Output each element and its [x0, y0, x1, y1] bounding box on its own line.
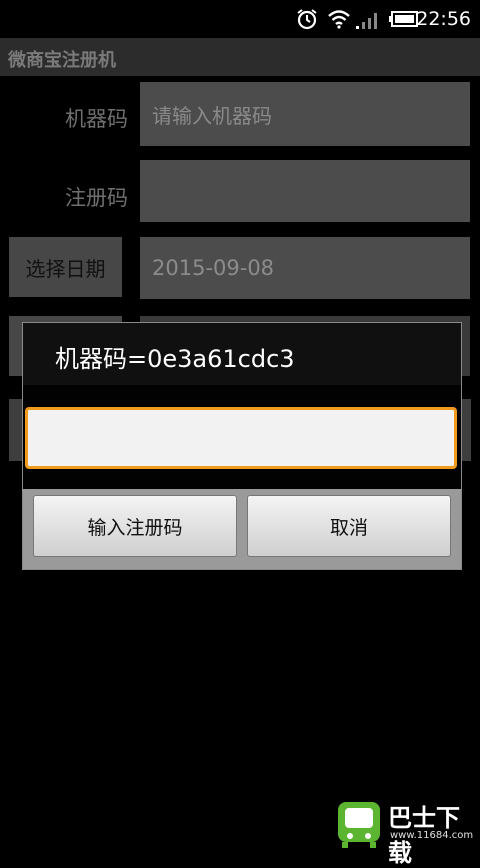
- cancel-button[interactable]: 取消: [247, 495, 451, 557]
- watermark-logo-icon: [338, 802, 380, 848]
- dialog-header: 机器码=0e3a61cdc3: [23, 323, 461, 385]
- date-value: 2015-09-08: [152, 256, 275, 280]
- signal-icon: [356, 13, 377, 29]
- reg-code-input[interactable]: [140, 160, 470, 222]
- registration-code-input[interactable]: [25, 407, 457, 469]
- machine-code-label: 机器码: [65, 107, 128, 131]
- watermark: 巴士下载 www.11684.com: [330, 794, 480, 867]
- machine-code-input[interactable]: 请输入机器码: [140, 82, 470, 146]
- app-title: 微商宝注册机: [8, 50, 116, 71]
- clock-time: 22:56: [416, 8, 471, 30]
- dialog-button-bar: 输入注册码 取消: [23, 489, 461, 569]
- reg-code-label: 注册码: [65, 186, 128, 210]
- dialog-title: 机器码=0e3a61cdc3: [55, 345, 295, 373]
- cancel-label: 取消: [329, 516, 368, 539]
- enter-reg-code-label: 输入注册码: [87, 516, 183, 539]
- machine-code-dialog: 机器码=0e3a61cdc3 输入注册码 取消: [22, 322, 462, 570]
- enter-reg-code-button[interactable]: 输入注册码: [33, 495, 237, 557]
- select-date-label: 选择日期: [25, 256, 106, 281]
- machine-code-placeholder: 请输入机器码: [152, 103, 272, 128]
- alarm-icon: [297, 9, 317, 30]
- wifi-icon: [328, 10, 350, 29]
- select-date-button[interactable]: 选择日期: [9, 237, 122, 297]
- date-field[interactable]: 2015-09-08: [140, 237, 470, 299]
- app-title-bar: 微商宝注册机: [0, 38, 480, 76]
- watermark-url: www.11684.com: [390, 830, 474, 841]
- dialog-body: [23, 385, 461, 489]
- battery-icon: [389, 11, 418, 27]
- status-bar: 22:56: [0, 0, 480, 38]
